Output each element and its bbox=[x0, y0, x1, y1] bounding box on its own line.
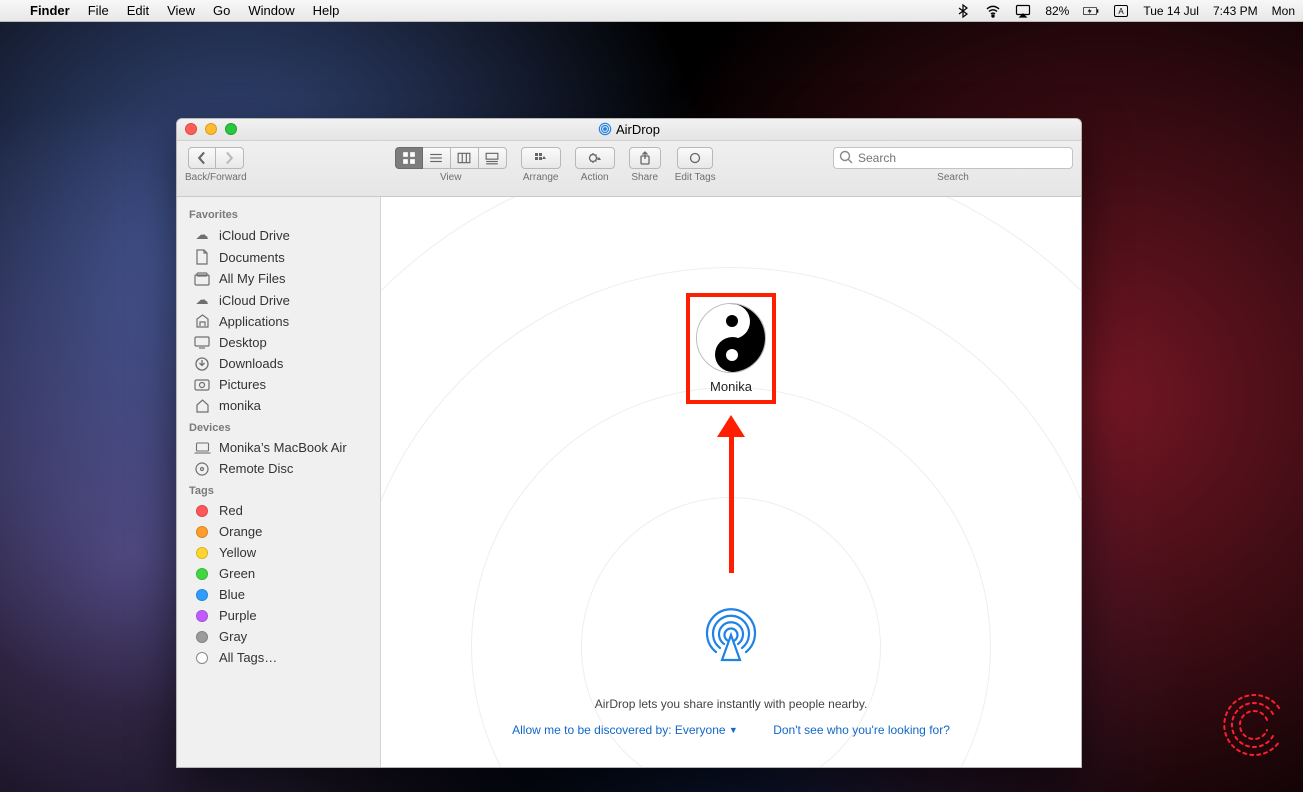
active-app-name[interactable]: Finder bbox=[30, 3, 70, 18]
menubar-date[interactable]: Tue 14 Jul bbox=[1143, 4, 1199, 18]
svg-text:A: A bbox=[1119, 7, 1125, 16]
all-tags-icon bbox=[193, 652, 211, 664]
tag-dot-icon bbox=[196, 568, 208, 580]
share-label: Share bbox=[631, 172, 658, 183]
window-title: AirDrop bbox=[598, 122, 660, 137]
input-source-icon[interactable]: A bbox=[1113, 3, 1129, 19]
user-avatar-yinyang-icon bbox=[696, 303, 766, 373]
menu-go[interactable]: Go bbox=[213, 3, 230, 18]
back-button[interactable] bbox=[188, 147, 216, 169]
edit-tags-button[interactable] bbox=[677, 147, 713, 169]
cloud-icon: ☁︎ bbox=[193, 227, 211, 243]
window-close-button[interactable] bbox=[185, 123, 197, 135]
menu-window[interactable]: Window bbox=[248, 3, 294, 18]
tag-dot-icon bbox=[196, 526, 208, 538]
view-columns-button[interactable] bbox=[451, 147, 479, 169]
arrange-label: Arrange bbox=[523, 172, 559, 183]
all-files-icon bbox=[193, 272, 211, 286]
sidebar-item-icloud-drive[interactable]: ☁︎iCloud Drive bbox=[177, 224, 380, 246]
sidebar-tag-red[interactable]: Red bbox=[177, 500, 380, 521]
view-icon-button[interactable] bbox=[395, 147, 423, 169]
discoverability-dropdown[interactable]: Allow me to be discovered by: Everyone ▼ bbox=[512, 723, 738, 737]
window-titlebar[interactable]: AirDrop bbox=[177, 119, 1081, 141]
devices-header: Devices bbox=[177, 416, 380, 437]
downloads-icon bbox=[193, 357, 211, 371]
sidebar-tag-gray[interactable]: Gray bbox=[177, 626, 380, 647]
menu-file[interactable]: File bbox=[88, 3, 109, 18]
share-button[interactable] bbox=[629, 147, 661, 169]
favorites-header: Favorites bbox=[177, 203, 380, 224]
disc-icon bbox=[193, 462, 211, 476]
airplay-icon[interactable] bbox=[1015, 3, 1031, 19]
sidebar-item-macbook[interactable]: Monika’s MacBook Air bbox=[177, 437, 380, 458]
sidebar-item-all-my-files[interactable]: All My Files bbox=[177, 268, 380, 289]
sidebar-item-all-tags[interactable]: All Tags… bbox=[177, 647, 380, 668]
macos-menubar: Finder File Edit View Go Window Help 82%… bbox=[0, 0, 1303, 22]
finder-window: AirDrop Back/Forward View Arrange bbox=[176, 118, 1082, 768]
arrange-button[interactable] bbox=[521, 147, 561, 169]
menu-edit[interactable]: Edit bbox=[127, 3, 149, 18]
airdrop-recipient-name: Monika bbox=[710, 379, 752, 394]
tag-dot-icon bbox=[196, 505, 208, 517]
not-found-link[interactable]: Don't see who you're looking for? bbox=[773, 723, 950, 737]
menubar-time[interactable]: 7:43 PM bbox=[1213, 4, 1258, 18]
menubar-overflow-text: Mon bbox=[1272, 4, 1295, 18]
pictures-icon bbox=[193, 379, 211, 391]
action-button[interactable] bbox=[575, 147, 615, 169]
tag-dot-icon bbox=[196, 631, 208, 643]
airdrop-recipient[interactable]: Monika bbox=[686, 293, 776, 404]
window-zoom-button[interactable] bbox=[225, 123, 237, 135]
back-forward-label: Back/Forward bbox=[185, 172, 247, 183]
sidebar-tag-blue[interactable]: Blue bbox=[177, 584, 380, 605]
tag-dot-icon bbox=[196, 547, 208, 559]
search-input[interactable] bbox=[833, 147, 1073, 169]
home-icon bbox=[193, 399, 211, 413]
sidebar-item-pictures[interactable]: Pictures bbox=[177, 374, 380, 395]
sidebar-tag-orange[interactable]: Orange bbox=[177, 521, 380, 542]
sidebar-item-downloads[interactable]: Downloads bbox=[177, 353, 380, 374]
airdrop-info-text: AirDrop lets you share instantly with pe… bbox=[381, 697, 1081, 711]
menu-help[interactable]: Help bbox=[313, 3, 340, 18]
sidebar-item-applications[interactable]: Applications bbox=[177, 311, 380, 332]
sidebar-tag-purple[interactable]: Purple bbox=[177, 605, 380, 626]
document-icon bbox=[193, 249, 211, 265]
wifi-icon[interactable] bbox=[985, 3, 1001, 19]
tags-header: Tags bbox=[177, 479, 380, 500]
desktop-icon bbox=[193, 336, 211, 349]
sidebar-item-icloud-drive-2[interactable]: ☁︎iCloud Drive bbox=[177, 289, 380, 311]
view-list-button[interactable] bbox=[423, 147, 451, 169]
battery-icon[interactable] bbox=[1083, 3, 1099, 19]
search-icon bbox=[839, 150, 853, 169]
sidebar-item-documents[interactable]: Documents bbox=[177, 246, 380, 268]
airdrop-content: Monika AirDrop lets you share instantly … bbox=[381, 197, 1081, 767]
sidebar-item-remote-disc[interactable]: Remote Disc bbox=[177, 458, 380, 479]
tag-dot-icon bbox=[196, 589, 208, 601]
finder-toolbar: Back/Forward View Arrange Action Share bbox=[177, 141, 1081, 197]
edit-tags-label: Edit Tags bbox=[675, 172, 716, 183]
bluetooth-icon[interactable] bbox=[955, 3, 971, 19]
annotation-arrow bbox=[717, 415, 745, 573]
sidebar-tag-yellow[interactable]: Yellow bbox=[177, 542, 380, 563]
chevron-down-icon: ▼ bbox=[729, 725, 738, 735]
search-label: Search bbox=[937, 172, 969, 183]
menu-view[interactable]: View bbox=[167, 3, 195, 18]
airdrop-icon bbox=[700, 602, 762, 669]
sidebar-tag-green[interactable]: Green bbox=[177, 563, 380, 584]
applications-icon bbox=[193, 314, 211, 329]
forward-button[interactable] bbox=[216, 147, 244, 169]
battery-percent[interactable]: 82% bbox=[1045, 4, 1069, 18]
window-minimize-button[interactable] bbox=[205, 123, 217, 135]
sidebar-item-desktop[interactable]: Desktop bbox=[177, 332, 380, 353]
finder-sidebar: Favorites ☁︎iCloud Drive Documents All M… bbox=[177, 197, 381, 767]
view-coverflow-button[interactable] bbox=[479, 147, 507, 169]
sidebar-item-home[interactable]: monika bbox=[177, 395, 380, 416]
tag-dot-icon bbox=[196, 610, 208, 622]
laptop-icon bbox=[193, 442, 211, 454]
watermark-logo-icon bbox=[1221, 690, 1291, 760]
view-label: View bbox=[440, 172, 462, 183]
cloud-icon: ☁︎ bbox=[193, 292, 211, 308]
action-label: Action bbox=[581, 172, 609, 183]
